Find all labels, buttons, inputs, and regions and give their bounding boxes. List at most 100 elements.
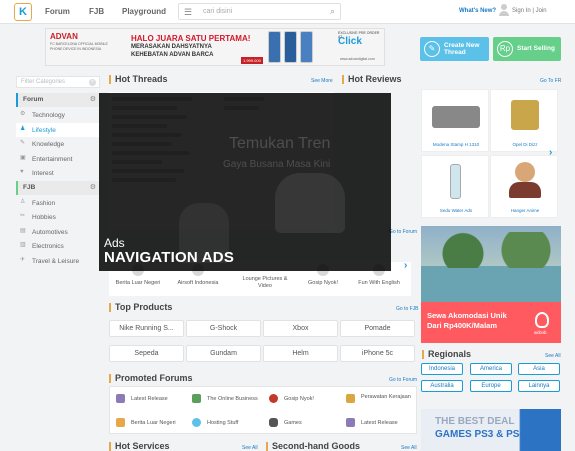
lifestyle-icon: ♟ [20, 125, 26, 132]
promoted-label: Games [284, 420, 302, 426]
top-bar: K Forum FJB Playground ☰ cari disini ⌕ W… [0, 0, 575, 24]
sidebar-item-electronics[interactable]: ▥ Electronics [16, 239, 100, 254]
regionals-see-all[interactable]: See All [545, 353, 561, 359]
signin-link[interactable]: Sign In | Join [512, 8, 547, 14]
hot-services-see-all[interactable]: See All [242, 445, 258, 451]
navigation-ads-overlay[interactable]: Temukan Tren Gaya Busana Masa Kini Ads N… [99, 93, 391, 271]
product-tag[interactable]: Sepeda [109, 345, 184, 362]
go-to-forum-link[interactable]: Go to Forum [389, 229, 417, 235]
gear-icon[interactable]: ⚙ [90, 95, 96, 103]
bottle-image [450, 164, 461, 199]
nav-forum[interactable]: Forum [45, 7, 70, 16]
forum-icon [346, 394, 355, 403]
review-card[interactable]: Opel Di Dizz [490, 89, 558, 152]
promoted-label: Hosting Stuff [207, 420, 239, 426]
sell-label: Start Selling [517, 45, 555, 52]
sidebar-item-label: Electronics [32, 243, 64, 250]
category-sidebar: Forum ⚙ ⚙ Technology ♟ Lifestyle ✎ Knowledg… [16, 93, 100, 268]
interest-icon: ♥ [20, 169, 24, 175]
product-tag[interactable]: Xbox [263, 320, 338, 337]
sidebar-item-technology[interactable]: ⚙ Technology [16, 108, 100, 123]
chevron-right-icon[interactable]: › [549, 147, 552, 158]
region-tag[interactable]: Lainnya [518, 380, 560, 392]
search-box[interactable]: ☰ cari disini ⌕ [178, 3, 341, 20]
product-tag[interactable]: Pomade [340, 320, 415, 337]
whats-new-link[interactable]: What's New? [459, 8, 496, 14]
top-products-go-to[interactable]: Go to FJB [396, 306, 419, 312]
nav-playground[interactable]: Playground [122, 7, 166, 16]
banner-price: 1.999.000 [241, 57, 263, 64]
sidebar-item-label: Fashion [32, 199, 56, 207]
filter-categories-input[interactable]: Filter Categories × [16, 76, 100, 88]
sidebar-head-forum[interactable]: Forum ⚙ [16, 93, 100, 107]
hobbies-icon: ✂ [20, 213, 26, 219]
product-tag[interactable]: iPhone 5c [340, 345, 415, 362]
hot-services-title: Hot Services [109, 442, 170, 451]
second-hand-title: Second-hand Goods [266, 442, 360, 451]
sidebar-head-fjb[interactable]: FJB ⚙ [16, 180, 100, 195]
ads-title: NAVIGATION ADS [104, 249, 235, 266]
start-selling-button[interactable]: Rp Start Selling [493, 37, 561, 61]
ad-ghost-figure [275, 173, 345, 233]
banner-brand: ADVAN [50, 32, 78, 41]
top-products-title: Top Products [109, 303, 172, 312]
product-tag[interactable]: Gundam [186, 345, 261, 362]
airbnb-ad[interactable]: Sewa Akomodasi Unik Dari Rp400K/Malam ai… [421, 226, 561, 343]
gamepad-icon [269, 418, 278, 427]
entertainment-icon: ▣ [20, 154, 26, 161]
kaskus-logo[interactable]: K [14, 3, 32, 21]
create-thread-button[interactable]: ✎ Create New Thread [420, 37, 489, 61]
sidebar-item-label: Interest [32, 170, 54, 177]
region-tag[interactable]: America [470, 363, 512, 375]
product-tag[interactable]: G-Shock [186, 320, 261, 337]
region-tag[interactable]: Asia [518, 363, 560, 375]
electronics-icon: ▥ [20, 242, 26, 248]
region-tag[interactable]: Europe [470, 380, 512, 392]
regionals-title: Regionals [422, 350, 471, 359]
sidebar-item-fashion[interactable]: ♙ Fashion [16, 196, 100, 211]
second-hand-see-all[interactable]: See All [401, 445, 417, 451]
rupiah-icon: Rp [497, 41, 513, 57]
promoted-label: Gosip Nyok! [284, 396, 314, 402]
sidebar-item-label: Entertainment [32, 155, 73, 163]
chevron-right-icon[interactable]: › [404, 260, 407, 271]
banner-slogan-3: KEHEBATAN ADVAN BARCA [131, 52, 214, 58]
blibli-ad[interactable]: THE BEST DEAL GAMES PS3 & PS4 blibli [421, 409, 561, 451]
sidebar-item-travel[interactable]: ✈ Travel & Leisure [16, 254, 100, 269]
sidebar-item-automotives[interactable]: ▤ Automotives [16, 225, 100, 240]
stove-image [432, 106, 480, 128]
promoted-label: Berita Luar Negeri [131, 420, 176, 426]
sidebar-item-interest[interactable]: ♥ Interest [16, 166, 100, 181]
nav-fjb[interactable]: FJB [89, 7, 104, 16]
sidebar-item-entertainment[interactable]: ▣ Entertainment [16, 152, 100, 167]
figure-image [515, 162, 535, 182]
review-label: Sedu Water Ads [439, 208, 473, 213]
hot-reviews-go-to[interactable]: Go To FR [540, 78, 561, 84]
search-input[interactable]: cari disini [203, 8, 232, 15]
gear-icon[interactable]: ⚙ [90, 183, 96, 191]
product-tag[interactable]: Nike Running S... [109, 320, 184, 337]
sidebar-item-lifestyle[interactable]: ♟ Lifestyle [16, 122, 100, 137]
review-card[interactable]: Modena Stamp H 1310 [421, 89, 489, 152]
airbnb-line-2: Dari Rp400K/Malam [427, 321, 498, 330]
promoted-go-to[interactable]: Go to Forum [389, 377, 417, 383]
search-icon[interactable]: ⌕ [330, 6, 335, 17]
create-label-2: Thread [444, 49, 466, 56]
review-label: Modena Stamp H 1310 [432, 142, 480, 147]
region-tag[interactable]: Indonesia [421, 363, 463, 375]
sidebar-item-knowledge[interactable]: ✎ Knowledge [16, 137, 100, 152]
review-card[interactable]: Hanger Anime [490, 155, 558, 218]
hot-reviews-title: Hot Reviews [342, 75, 402, 84]
hamburger-icon[interactable]: ☰ [184, 7, 192, 18]
region-tag[interactable]: Australia [421, 380, 463, 392]
product-tag[interactable]: Helm [263, 345, 338, 362]
sidebar-head-label: Forum [23, 96, 44, 103]
review-card[interactable]: Sedu Water Ads [421, 155, 489, 218]
hot-threads-see-more[interactable]: See More [311, 78, 333, 84]
fashion-icon: ♙ [20, 198, 26, 205]
banner-slogan-2: MERASAKAN DAHSYATNYA [131, 44, 212, 50]
knowledge-icon: ✎ [20, 140, 26, 146]
advan-banner-ad[interactable]: ADVAN FC BARCELONA OFFICIAL MOBILE PHONE… [45, 28, 385, 66]
clear-icon[interactable]: × [89, 79, 96, 86]
sidebar-item-hobbies[interactable]: ✂ Hobbies [16, 210, 100, 225]
